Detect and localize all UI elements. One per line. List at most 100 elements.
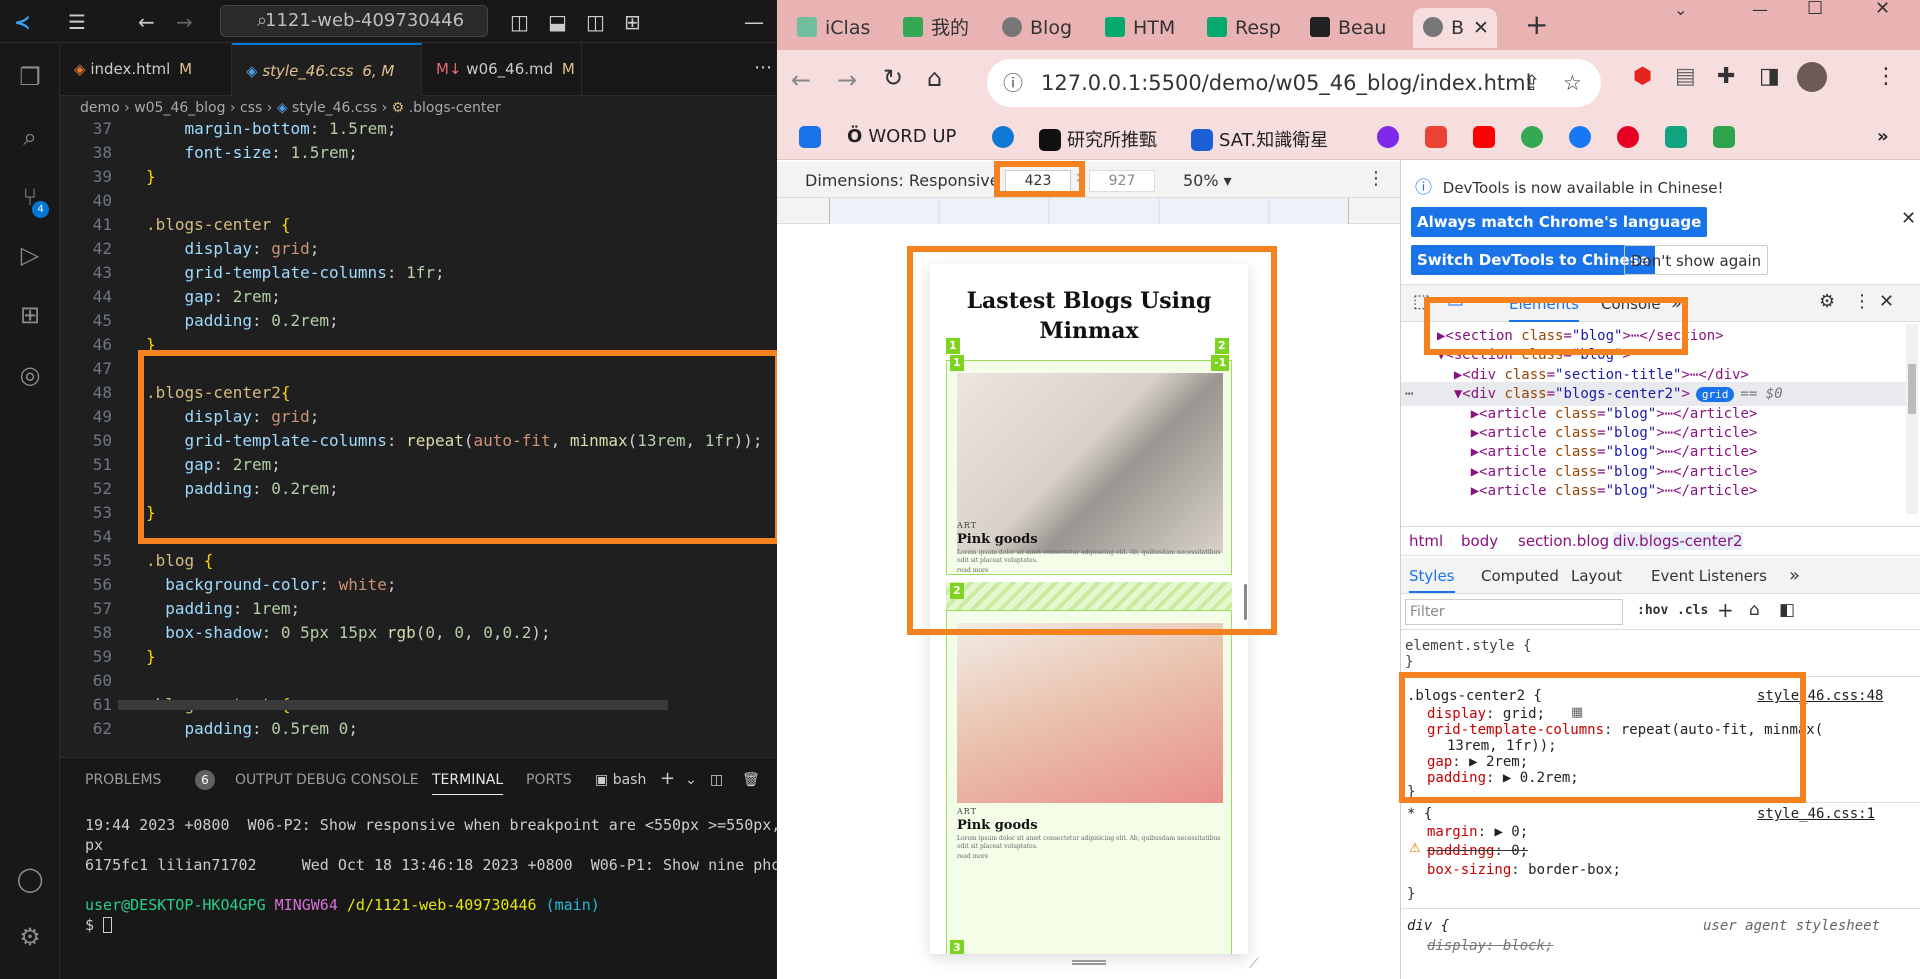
grid-editor-icon[interactable]: ▦ xyxy=(1571,705,1583,720)
browser-tab[interactable]: Resp xyxy=(1207,8,1287,48)
css-declaration[interactable]: margin: ▶ 0; xyxy=(1427,823,1528,842)
tab-w06-md[interactable]: M↓ w06_46.md M xyxy=(422,43,582,96)
read-more-link[interactable]: read more xyxy=(957,567,988,574)
css-declaration[interactable]: box-sizing: border-box; xyxy=(1427,861,1621,880)
sidebar-toggle-icon[interactable]: ◧ xyxy=(1779,600,1795,620)
switch-to-chinese-button[interactable]: Switch DevTools to Chinese xyxy=(1411,245,1655,275)
code-line[interactable]: 37 margin-bottom: 1.5rem; xyxy=(60,121,776,141)
resize-handle[interactable] xyxy=(1072,960,1106,965)
new-rule-icon[interactable]: + xyxy=(1717,598,1734,622)
bookmark-youtube[interactable] xyxy=(1473,126,1501,148)
extension-icon[interactable]: ▤ xyxy=(1675,64,1696,89)
dimensions-select[interactable]: Dimensions: Responsive ▾ xyxy=(805,171,1013,190)
share-icon[interactable]: ⇪ xyxy=(1523,59,1541,107)
customize-layout-icon[interactable]: ⊞ xyxy=(624,10,641,34)
run-debug-icon[interactable]: ▷ xyxy=(14,239,46,271)
puzzle-icon[interactable]: ✚ xyxy=(1717,64,1735,89)
maximize-icon[interactable]: ☐ xyxy=(1807,0,1823,19)
height-input[interactable]: 927 xyxy=(1089,170,1155,192)
blog-card[interactable]: ART Pink goods Lorem ipsum dolor sit ame… xyxy=(946,360,1232,575)
dont-show-again-button[interactable]: Don't show again xyxy=(1624,245,1769,275)
corner-resize-handle[interactable]: ⟋ xyxy=(1249,956,1259,972)
tab-styles[interactable]: Styles xyxy=(1409,567,1455,593)
code-line[interactable]: 44 gap: 2rem; xyxy=(60,285,776,309)
code-line[interactable]: 42 display: grid; xyxy=(60,237,776,261)
home-icon[interactable]: ⌂ xyxy=(927,64,942,92)
kebab-menu-icon[interactable]: ⋮ xyxy=(1853,291,1871,312)
code-line[interactable]: 55 .blog { xyxy=(60,549,776,573)
bookmark-app-icon[interactable] xyxy=(799,126,827,148)
browser-tab-active[interactable]: B ✕ xyxy=(1413,8,1497,48)
code-line[interactable]: 47 xyxy=(60,357,776,381)
search-icon[interactable]: ⌕ xyxy=(14,121,46,153)
more-actions-icon[interactable]: ⋯ xyxy=(754,57,772,78)
tab-debug-console[interactable]: DEBUG CONSOLE xyxy=(296,772,419,788)
code-line[interactable]: 58 box-shadow: 0 5px 15px rgb(0, 0, 0,0.… xyxy=(60,621,776,645)
device-viewport[interactable]: Lastest Blogs Using Minmax ART Pink good… xyxy=(777,224,1400,979)
dom-scrollbar[interactable] xyxy=(1906,324,1918,514)
breadcrumb-item[interactable]: w05_46_blog xyxy=(134,100,225,116)
browser-tab[interactable]: Beau xyxy=(1310,8,1400,48)
code-line[interactable]: 59} xyxy=(60,645,776,669)
chevron-down-icon[interactable]: ⌄ xyxy=(1674,0,1687,19)
tab-layout[interactable]: Layout xyxy=(1571,567,1622,585)
side-panel-icon[interactable]: ◨ xyxy=(1759,64,1780,89)
page-scrollbar[interactable] xyxy=(1244,584,1247,620)
code-line[interactable]: 52 padding: 0.2rem; xyxy=(60,477,776,501)
style-rule-blogs-center2[interactable]: .blogs-center2 { style_46.css:48 display… xyxy=(1401,676,1920,800)
browser-tab[interactable]: 我的 xyxy=(903,8,988,48)
bookmark-gmail[interactable] xyxy=(1425,126,1453,148)
trash-icon[interactable]: 🗑 xyxy=(742,772,760,788)
paint-icon[interactable]: ⌂ xyxy=(1749,600,1760,620)
filter-input[interactable]: Filter xyxy=(1405,599,1623,625)
code-line[interactable]: 57 padding: 1rem; xyxy=(60,597,776,621)
toggle-panel-icon[interactable]: ⬓ xyxy=(548,10,567,34)
browser-tab[interactable]: HTM xyxy=(1105,8,1185,48)
bookmark-research[interactable]: 研究所推甄 xyxy=(1039,126,1157,152)
tab-computed[interactable]: Computed xyxy=(1481,567,1559,585)
style-rule-div[interactable]: div { user agent stylesheet display: blo… xyxy=(1401,908,1920,978)
tab-event-listeners[interactable]: Event Listeners xyxy=(1651,567,1767,585)
cls-toggle[interactable]: .cls xyxy=(1677,603,1708,618)
blog-card[interactable]: ART Pink goods Lorem ipsum dolor sit ame… xyxy=(946,610,1232,954)
zoom-select[interactable]: 50% ▾ xyxy=(1183,171,1232,190)
code-line[interactable]: 60 xyxy=(60,669,776,693)
reload-icon[interactable]: ↻ xyxy=(883,64,903,92)
bookmark-app2[interactable] xyxy=(1665,126,1693,148)
dom-node[interactable]: ▶<article class="blog">⋯</article> xyxy=(1401,479,1906,503)
tab-problems[interactable]: PROBLEMS xyxy=(85,772,161,788)
minimize-icon[interactable]: — xyxy=(1752,0,1768,19)
crumb-section[interactable]: section.blog xyxy=(1518,532,1609,550)
settings-gear-icon[interactable]: ⚙ xyxy=(1819,291,1835,312)
tab-terminal[interactable]: TERMINAL xyxy=(432,772,504,795)
style-rule-star[interactable]: * { style_46.css:1 margin: ▶ 0; paddingg:… xyxy=(1401,802,1920,906)
address-bar[interactable]: ⓘ 127.0.0.1:5500/demo/w05_46_blog/index.… xyxy=(987,59,1601,107)
close-window-icon[interactable]: ✕ xyxy=(1875,0,1890,19)
device-toggle-icon[interactable]: ▭ xyxy=(1447,291,1464,312)
code-line[interactable]: 40 xyxy=(60,189,776,213)
code-line[interactable]: 46} xyxy=(60,333,776,357)
css-declaration[interactable]: paddingg: 0; xyxy=(1427,842,1528,861)
close-icon[interactable]: ✕ xyxy=(1901,208,1916,229)
code-line[interactable]: 51 gap: 2rem; xyxy=(60,453,776,477)
horizontal-scrollbar[interactable] xyxy=(118,700,668,710)
chevron-down-icon[interactable]: ⌄ xyxy=(685,772,697,788)
back-arrow-icon[interactable]: ← xyxy=(138,10,155,34)
split-terminal-icon[interactable]: ◫ xyxy=(710,772,723,788)
more-bookmarks-icon[interactable]: » xyxy=(1877,126,1889,147)
new-tab-icon[interactable]: + xyxy=(1525,8,1548,41)
toggle-sidebar-icon[interactable]: ◫ xyxy=(510,10,529,34)
more-tabs-icon[interactable]: » xyxy=(1671,293,1682,314)
read-more-link[interactable]: read more xyxy=(957,853,988,860)
kebab-menu-icon[interactable]: ⋮ xyxy=(1367,168,1385,189)
crumb-body[interactable]: body xyxy=(1461,532,1498,550)
minimize-icon[interactable]: — xyxy=(744,10,764,34)
code-line[interactable]: 43 grid-template-columns: 1fr; xyxy=(60,261,776,285)
tab-output[interactable]: OUTPUT xyxy=(235,772,292,788)
browser-tab[interactable]: iClas xyxy=(797,8,882,48)
code-line[interactable]: 41 .blogs-center { xyxy=(60,213,776,237)
new-terminal-icon[interactable]: + xyxy=(660,768,675,789)
settings-gear-icon[interactable]: ⚙ xyxy=(14,921,46,953)
breadcrumb-item[interactable]: .blogs-center xyxy=(409,100,501,116)
code-line[interactable]: 50 grid-template-columns: repeat(auto-fi… xyxy=(60,429,776,453)
